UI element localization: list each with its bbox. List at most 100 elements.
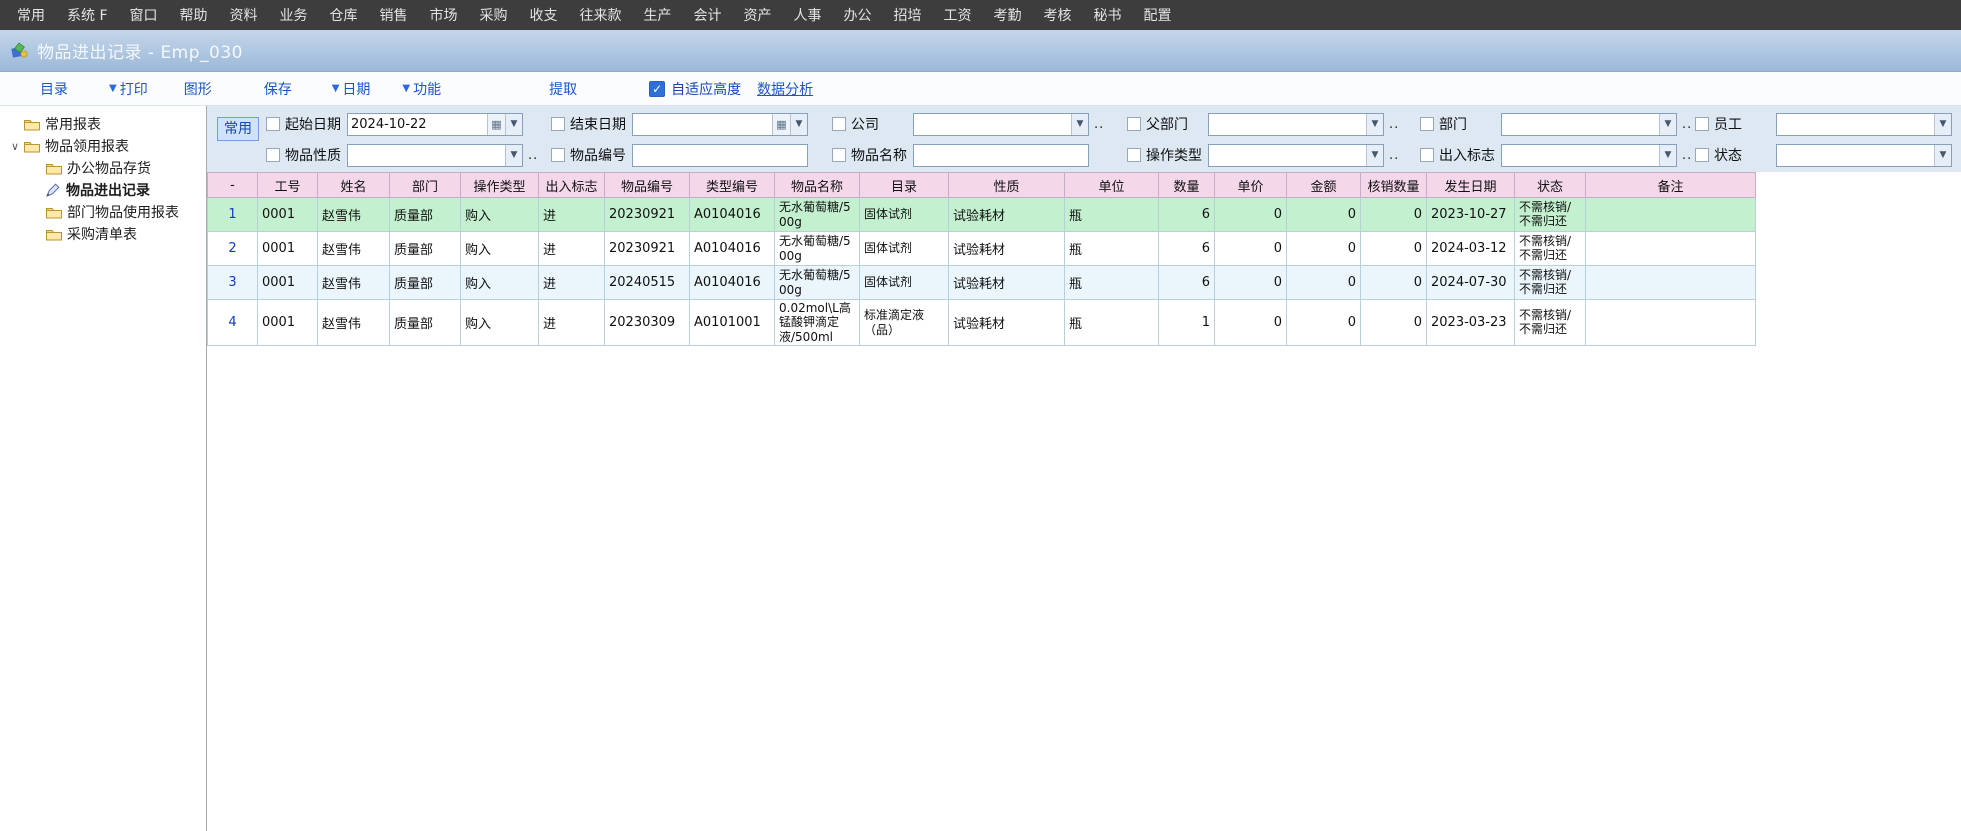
menu-item[interactable]: 市场	[419, 5, 469, 25]
column-header-amount[interactable]: 金额	[1287, 173, 1361, 198]
more-options-button[interactable]: ..	[1682, 148, 1692, 163]
filter-checkbox[interactable]	[1127, 148, 1141, 162]
row-number[interactable]: 4	[208, 300, 258, 346]
menu-item[interactable]: 资产	[733, 5, 783, 25]
filter-checkbox[interactable]	[551, 148, 565, 162]
calendar-icon[interactable]: ▦	[487, 114, 505, 135]
column-header-name[interactable]: 姓名	[318, 173, 390, 198]
collapse-icon[interactable]: ∨	[6, 140, 24, 153]
more-options-button[interactable]: ..	[1389, 148, 1399, 163]
select-field-employee[interactable]: ▼	[1776, 113, 1952, 136]
filter-checkbox[interactable]	[832, 148, 846, 162]
sidebar-item-purchase-list[interactable]: 采购清单表	[0, 223, 206, 245]
menu-item[interactable]: 招培	[883, 5, 933, 25]
more-options-button[interactable]: ..	[1389, 117, 1399, 132]
menu-item[interactable]: 配置	[1133, 5, 1183, 25]
menu-item[interactable]: 销售	[369, 5, 419, 25]
column-header-item-no[interactable]: 物品编号	[605, 173, 690, 198]
column-header-unit[interactable]: 单位	[1065, 173, 1159, 198]
column-header-dept[interactable]: 部门	[390, 173, 461, 198]
filter-checkbox[interactable]	[1695, 117, 1709, 131]
filter-checkbox[interactable]	[266, 117, 280, 131]
column-header-op-type[interactable]: 操作类型	[461, 173, 539, 198]
toolbar-button-save[interactable]: 保存	[264, 79, 292, 99]
dropdown-arrow-icon[interactable]: ▼	[505, 114, 522, 135]
toolbar-button-extract[interactable]: 提取	[549, 79, 577, 99]
data-analysis-link[interactable]: 数据分析	[757, 79, 813, 99]
column-header-date[interactable]: 发生日期	[1427, 173, 1515, 198]
column-header-nature[interactable]: 性质	[949, 173, 1065, 198]
select-field-company[interactable]: ▼	[913, 113, 1089, 136]
menu-item[interactable]: 往来款	[569, 5, 633, 25]
column-header-status[interactable]: 状态	[1515, 173, 1586, 198]
column-header-num[interactable]: -	[208, 173, 258, 198]
menu-item[interactable]: 仓库	[319, 5, 369, 25]
menu-item[interactable]: 收支	[519, 5, 569, 25]
toolbar-button-date[interactable]: ▼日期	[332, 79, 371, 99]
column-header-io-flag[interactable]: 出入标志	[539, 173, 605, 198]
menu-item[interactable]: 办公	[833, 5, 883, 25]
menu-item[interactable]: 资料	[219, 5, 269, 25]
filter-checkbox[interactable]	[1695, 148, 1709, 162]
menu-item[interactable]: 窗口	[119, 5, 169, 25]
table-row[interactable]: 40001赵雪伟质量部购入进20230309A01010010.02mol\L高…	[208, 300, 1756, 346]
menu-item[interactable]: 秘书	[1083, 5, 1133, 25]
menu-item[interactable]: 会计	[683, 5, 733, 25]
row-number[interactable]: 3	[208, 266, 258, 300]
filter-checkbox[interactable]	[551, 117, 565, 131]
filter-checkbox[interactable]	[1420, 117, 1434, 131]
favorites-button[interactable]: 常用	[217, 117, 259, 141]
menu-item[interactable]: 人事	[783, 5, 833, 25]
row-number[interactable]: 1	[208, 198, 258, 232]
column-header-item-name[interactable]: 物品名称	[775, 173, 860, 198]
column-header-emp-no[interactable]: 工号	[258, 173, 318, 198]
autofit-height-toggle[interactable]: ✓自适应高度	[649, 79, 741, 99]
sidebar-item-office-item-stock[interactable]: 办公物品存货	[0, 157, 206, 179]
table-row[interactable]: 20001赵雪伟质量部购入进20230921A0104016无水葡萄糖/500g…	[208, 232, 1756, 266]
toolbar-button-catalog[interactable]: 目录	[40, 79, 68, 99]
sidebar-item-item-requisition-reports[interactable]: ∨物品领用报表	[0, 135, 206, 157]
menu-item[interactable]: 常用	[6, 5, 56, 25]
menu-item[interactable]: 业务	[269, 5, 319, 25]
filter-checkbox[interactable]	[1127, 117, 1141, 131]
menu-item[interactable]: 生产	[633, 5, 683, 25]
sidebar-item-dept-item-usage-report[interactable]: 部门物品使用报表	[0, 201, 206, 223]
select-field-item-nature[interactable]: ▼	[347, 144, 523, 167]
menu-item[interactable]: 系统 F	[56, 5, 119, 25]
filter-checkbox[interactable]	[266, 148, 280, 162]
menu-item[interactable]: 考勤	[983, 5, 1033, 25]
select-field-io-flag[interactable]: ▼	[1501, 144, 1677, 167]
column-header-qty[interactable]: 数量	[1159, 173, 1215, 198]
menu-item[interactable]: 帮助	[169, 5, 219, 25]
menu-item[interactable]: 工资	[933, 5, 983, 25]
dropdown-arrow-icon[interactable]: ▼	[790, 114, 807, 135]
filter-checkbox[interactable]	[1420, 148, 1434, 162]
table-row[interactable]: 30001赵雪伟质量部购入进20240515A0104016无水葡萄糖/500g…	[208, 266, 1756, 300]
menu-item[interactable]: 采购	[469, 5, 519, 25]
text-input-item-name[interactable]	[913, 144, 1089, 167]
column-header-writeoff-qty[interactable]: 核销数量	[1361, 173, 1427, 198]
filter-checkbox[interactable]	[832, 117, 846, 131]
toolbar-button-print[interactable]: ▼打印	[109, 79, 148, 99]
select-field-op-type[interactable]: ▼	[1208, 144, 1384, 167]
table-row[interactable]: 10001赵雪伟质量部购入进20230921A0104016无水葡萄糖/500g…	[208, 198, 1756, 232]
column-header-remark[interactable]: 备注	[1586, 173, 1756, 198]
select-field-parent-dept[interactable]: ▼	[1208, 113, 1384, 136]
sidebar-item-item-inout-records[interactable]: 物品进出记录	[0, 179, 206, 201]
date-input[interactable]	[633, 114, 772, 135]
row-number[interactable]: 2	[208, 232, 258, 266]
column-header-category[interactable]: 目录	[860, 173, 949, 198]
menu-item[interactable]: 考核	[1033, 5, 1083, 25]
sidebar-item-common-reports[interactable]: 常用报表	[0, 113, 206, 135]
column-header-type-no[interactable]: 类型编号	[690, 173, 775, 198]
toolbar-button-function[interactable]: ▼功能	[402, 79, 441, 99]
more-options-button[interactable]: ..	[1094, 117, 1104, 132]
select-field-status[interactable]: ▼	[1776, 144, 1952, 167]
date-input[interactable]: 2024-10-22	[348, 114, 487, 135]
calendar-icon[interactable]: ▦	[772, 114, 790, 135]
select-field-dept[interactable]: ▼	[1501, 113, 1677, 136]
toolbar-button-graph[interactable]: 图形	[184, 79, 212, 99]
text-input-item-no[interactable]	[632, 144, 808, 167]
column-header-price[interactable]: 单价	[1215, 173, 1287, 198]
more-options-button[interactable]: ..	[1682, 117, 1692, 132]
